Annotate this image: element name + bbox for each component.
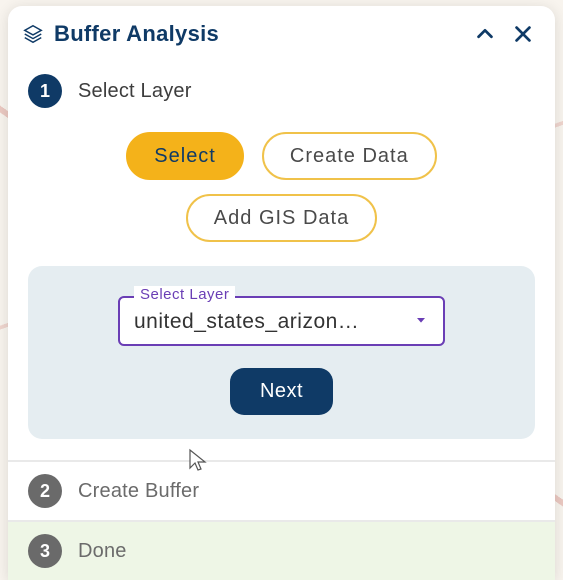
step-title-3: Done [78, 540, 127, 563]
step-badge-1: 1 [28, 74, 62, 108]
close-button[interactable] [509, 20, 537, 48]
panel-title: Buffer Analysis [54, 21, 461, 47]
buffer-analysis-panel: Buffer Analysis 1 Select Layer Select Cr… [8, 6, 555, 580]
next-button[interactable]: Next [230, 368, 333, 415]
step-3-header[interactable]: 3 Done [8, 520, 555, 580]
panel-header: Buffer Analysis [8, 6, 555, 58]
step-1-header: 1 Select Layer [8, 58, 555, 122]
tab-select[interactable]: Select [126, 132, 244, 180]
chevron-down-icon [405, 312, 429, 333]
select-layer-label: Select Layer [134, 286, 235, 303]
layer-select-card: Select Layer united_states_arizon… Next [28, 266, 535, 439]
source-tabs: Select Create Data [28, 132, 535, 180]
next-row: Next [118, 368, 445, 415]
step-title-1: Select Layer [78, 80, 192, 103]
step-title-2: Create Buffer [78, 480, 199, 503]
layers-icon [22, 23, 44, 45]
collapse-button[interactable] [471, 20, 499, 48]
step-1-body: Select Create Data Add GIS Data Select L… [8, 122, 555, 459]
step-badge-2: 2 [28, 474, 62, 508]
step-badge-3: 3 [28, 534, 62, 568]
select-layer-dropdown[interactable]: Select Layer united_states_arizon… [118, 296, 445, 346]
source-tabs-row2: Add GIS Data [28, 194, 535, 242]
select-layer-value: united_states_arizon… [134, 310, 405, 334]
tab-create-data[interactable]: Create Data [262, 132, 437, 180]
step-2-header[interactable]: 2 Create Buffer [8, 460, 555, 520]
tab-add-gis-data[interactable]: Add GIS Data [186, 194, 377, 242]
